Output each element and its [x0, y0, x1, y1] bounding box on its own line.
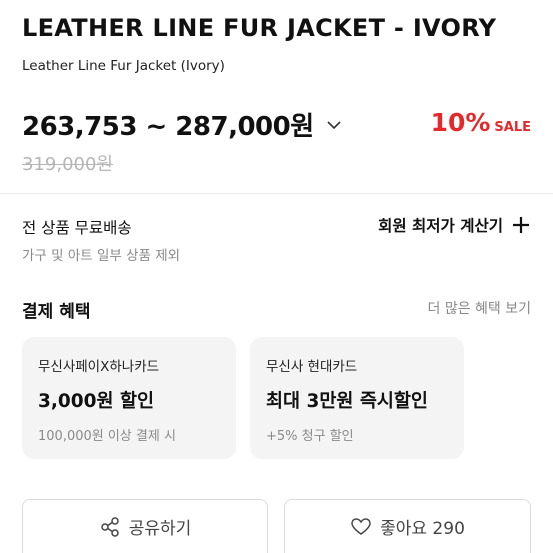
discount-percent: 10% — [430, 108, 491, 137]
original-price: 319,000원 — [22, 154, 113, 175]
like-button[interactable]: 좋아요 290 — [284, 499, 531, 553]
discount-badge: 10% SALE — [431, 108, 531, 137]
card-condition: 100,000원 이상 결제 시 — [38, 429, 176, 444]
card-condition: +5% 청구 할인 — [266, 429, 354, 444]
like-label: 좋아요 290 — [380, 519, 465, 539]
divider — [0, 193, 553, 194]
sale-label: SALE — [494, 120, 531, 135]
shipping-label: 전 상품 무료배송 — [22, 219, 132, 237]
card-name: 무신사페이X하나카드 — [38, 359, 160, 375]
share-label: 공유하기 — [128, 519, 192, 539]
price-range: 263,753 ~ 287,000원 — [22, 112, 314, 142]
share-button[interactable]: 공유하기 — [22, 499, 268, 553]
benefit-card[interactable]: 무신사 현대카드 최대 3만원 즉시할인 +5% 청구 할인 — [250, 337, 464, 459]
shipping-note: 가구 및 아트 일부 상품 제외 — [22, 248, 181, 264]
payment-benefits-title: 결제 혜택 — [22, 302, 91, 322]
benefit-card[interactable]: 무신사페이X하나카드 3,000원 할인 100,000원 이상 결제 시 — [22, 337, 236, 459]
heart-icon — [351, 517, 371, 535]
plus-icon — [511, 215, 531, 235]
card-name: 무신사 현대카드 — [266, 359, 358, 375]
member-price-calculator-button[interactable]: 회원 최저가 계산기 — [378, 214, 531, 236]
chevron-down-icon[interactable] — [326, 117, 342, 133]
price-row[interactable]: 263,753 ~ 287,000원 — [22, 106, 342, 143]
card-headline: 최대 3만원 즉시할인 — [266, 391, 428, 412]
share-icon — [100, 516, 119, 537]
calculator-label: 회원 최저가 계산기 — [378, 217, 503, 235]
card-headline: 3,000원 할인 — [38, 391, 155, 412]
product-subtitle: Leather Line Fur Jacket (Ivory) — [22, 58, 225, 74]
more-benefits-link[interactable]: 더 많은 혜택 보기 — [427, 298, 531, 318]
product-title: LEATHER LINE FUR JACKET - IVORY — [22, 14, 497, 42]
